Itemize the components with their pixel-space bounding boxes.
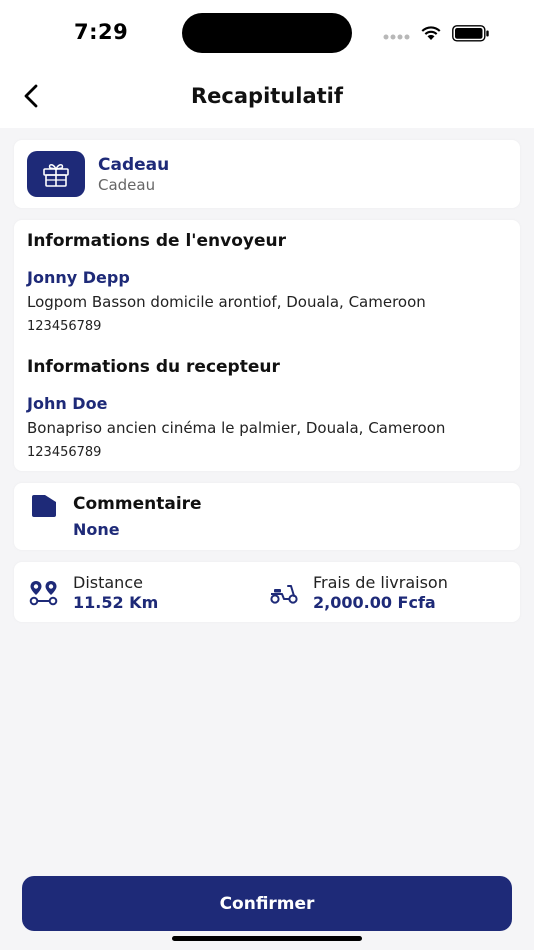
comment-title: Commentaire <box>73 494 202 514</box>
dynamic-island <box>182 13 352 53</box>
distance-label: Distance <box>73 573 143 592</box>
route-icon <box>29 581 58 606</box>
receiver-section-title: Informations du recepteur <box>27 357 280 377</box>
receiver-name: John Doe <box>27 394 108 413</box>
category-icon-box <box>27 151 85 197</box>
folder-icon <box>32 495 56 517</box>
category-card: Cadeau Cadeau <box>14 140 520 208</box>
confirm-button[interactable]: Confirmer <box>22 876 512 931</box>
signal-icon <box>383 34 410 40</box>
category-subtitle: Cadeau <box>98 176 156 194</box>
comment-value: None <box>73 520 120 539</box>
distance-value: 11.52 Km <box>73 593 159 612</box>
sender-name: Jonny Depp <box>27 268 130 287</box>
sender-address: Logpom Basson domicile arontiof, Douala,… <box>27 293 426 311</box>
receiver-address: Bonapriso ancien cinéma le palmier, Doua… <box>27 419 446 437</box>
scooter-icon <box>270 585 298 604</box>
delivery-fee-label: Frais de livraison <box>313 573 448 592</box>
contact-info-card: Informations de l'envoyeur Jonny Depp Lo… <box>14 220 520 471</box>
app-header: Recapitulatif <box>0 64 534 128</box>
comment-card: Commentaire None <box>14 483 520 550</box>
wifi-icon <box>421 26 441 40</box>
gift-icon <box>43 164 69 187</box>
delivery-fee-value: 2,000.00 Fcfa <box>313 593 436 612</box>
sender-phone: 123456789 <box>27 319 102 334</box>
battery-icon <box>452 25 489 42</box>
category-title: Cadeau <box>98 155 170 175</box>
receiver-phone: 123456789 <box>27 445 102 460</box>
page-title: Recapitulatif <box>191 84 343 108</box>
status-time: 7:29 <box>74 20 129 44</box>
status-bar: 7:29 <box>0 0 534 64</box>
home-indicator <box>172 936 362 941</box>
sender-section-title: Informations de l'envoyeur <box>27 231 286 251</box>
delivery-metrics-card: Distance 11.52 Km Frais de livraison 2,0… <box>14 562 520 622</box>
